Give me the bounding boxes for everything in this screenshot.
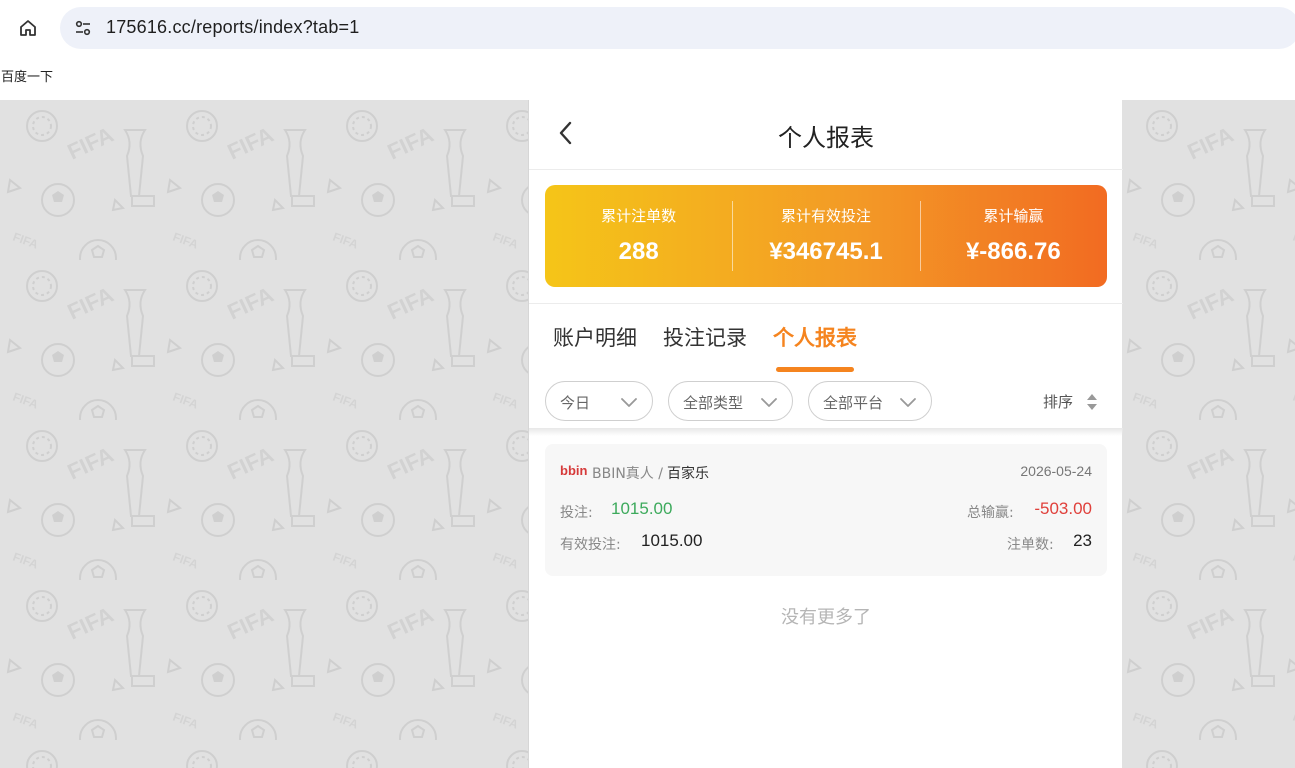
stat-value: 288 [618, 238, 659, 265]
app-header: 个人报表 [529, 100, 1123, 170]
date-filter-label: 今日 [560, 394, 591, 412]
stat-label: 累计有效投注 [780, 207, 871, 225]
chevron-down-icon [761, 398, 777, 407]
record-game: 百家乐 [667, 466, 709, 482]
valid-bet-value: 1015.00 [641, 531, 703, 550]
platform-filter-select[interactable]: 全部平台 [808, 381, 932, 421]
chevron-down-icon [900, 398, 916, 407]
total-win-value: -503.00 [1034, 499, 1092, 518]
chevron-down-icon [621, 398, 637, 407]
report-tabs: 账户明细 投注记录 个人报表 [553, 322, 883, 372]
site-info-button[interactable] [70, 15, 96, 41]
browser-toolbar: 175616.cc/reports/index?tab=1 [0, 0, 1295, 56]
stat-value: ¥-866.76 [965, 238, 1061, 265]
bbin-logo-icon: bbin [560, 463, 587, 478]
bet-count-value: 23 [1073, 531, 1092, 550]
report-record-card: bbin BBIN真人 / 百家乐 2026-05-24 投注: 1015.00… [545, 444, 1107, 576]
stat-bet-count: 累计注单数 288 [545, 185, 732, 287]
tab-personal-report[interactable]: 个人报表 [773, 322, 857, 372]
record-date: 2026-05-24 [1020, 463, 1092, 479]
provider-name: BBIN真人 [592, 466, 654, 482]
record-provider: BBIN真人 / [592, 463, 663, 483]
type-filter-label: 全部类型 [683, 394, 744, 412]
summary-card: 累计注单数 288 累计有效投注 ¥346745.1 累计输赢 ¥-866.76 [545, 185, 1107, 287]
home-icon [20, 20, 36, 36]
sort-button[interactable]: 排序 [1043, 391, 1073, 412]
tab-bet-records[interactable]: 投注记录 [663, 322, 747, 372]
type-filter-select[interactable]: 全部类型 [668, 381, 793, 421]
home-button[interactable] [14, 14, 42, 42]
sort-icon[interactable] [1085, 392, 1099, 412]
stat-valid-bet: 累计有效投注 ¥346745.1 [732, 185, 919, 287]
filter-bar: 今日 全部类型 全部平台 排序 [529, 381, 1123, 429]
date-filter-select[interactable]: 今日 [545, 381, 653, 421]
total-win-label: 总输赢: [967, 505, 1014, 521]
provider-separator: / [658, 466, 663, 482]
tune-icon [75, 20, 91, 36]
platform-filter-label: 全部平台 [823, 394, 884, 412]
svg-text:bbin: bbin [560, 463, 587, 478]
no-more-text: 没有更多了 [781, 607, 871, 628]
filter-bar-shadow [529, 428, 1123, 436]
report-app: 个人报表 累计注单数 288 累计有效投注 ¥346745.1 累计输赢 ¥-8… [528, 100, 1123, 768]
stat-profit-loss: 累计输赢 ¥-866.76 [919, 185, 1107, 287]
bet-count-label: 注单数: [1007, 537, 1054, 553]
valid-bet-label: 有效投注: [560, 537, 621, 553]
stat-label: 累计注单数 [601, 207, 677, 225]
page-title: 个人报表 [778, 124, 874, 152]
url-text[interactable]: 175616.cc/reports/index?tab=1 [106, 17, 359, 38]
stat-value: ¥346745.1 [769, 238, 883, 265]
section-divider [529, 303, 1123, 304]
address-bar[interactable]: 175616.cc/reports/index?tab=1 [60, 7, 1295, 49]
tab-account-details[interactable]: 账户明细 [553, 322, 637, 372]
bet-value: 1015.00 [611, 499, 673, 518]
bookmark-baidu[interactable]: 百度一下 [1, 66, 53, 85]
bet-label: 投注: [560, 505, 593, 521]
stat-label: 累计输赢 [983, 207, 1044, 225]
